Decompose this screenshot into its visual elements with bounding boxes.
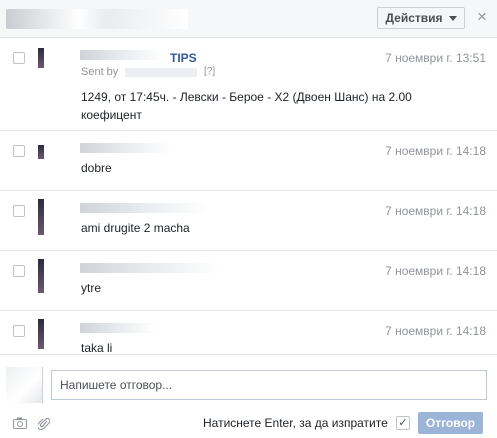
- message-time: 7 ноември г. 14:18: [385, 204, 486, 218]
- press-enter-checkbox[interactable]: ✓: [396, 416, 410, 430]
- message-item: 7 ноември г. 14:18 ytre: [0, 251, 497, 311]
- conversation-header: Действия ×: [0, 0, 497, 38]
- sender-name-redacted: [80, 203, 208, 213]
- sender-name-redacted: [80, 323, 156, 333]
- message-text: taka li: [81, 341, 113, 354]
- camera-icon[interactable]: [13, 417, 27, 431]
- message-time: 7 ноември г. 14:18: [385, 324, 486, 338]
- message-checkbox[interactable]: [13, 145, 25, 157]
- help-link[interactable]: [?]: [204, 66, 215, 77]
- avatar[interactable]: [38, 145, 44, 159]
- message-time: 7 ноември г. 14:18: [385, 144, 486, 158]
- sent-by-label: Sent by: [81, 66, 119, 78]
- actions-button-label: Действия: [385, 11, 443, 25]
- avatar[interactable]: [38, 48, 44, 68]
- chevron-down-icon: [448, 15, 457, 21]
- sender-name-redacted: [80, 50, 164, 60]
- avatar: [6, 367, 43, 403]
- sent-by-name-redacted: [125, 68, 197, 77]
- avatar[interactable]: [38, 259, 44, 293]
- message-time: 7 ноември г. 13:51: [385, 51, 486, 65]
- sender-name-redacted: [80, 263, 220, 273]
- message-text: dobre: [81, 161, 112, 175]
- message-checkbox[interactable]: [13, 205, 25, 217]
- press-enter-label: Натиснете Enter, за да изпратите: [203, 416, 388, 430]
- message-item: TIPS Sent by [?] 7 ноември г. 13:51 1249…: [0, 38, 497, 131]
- message-item: 7 ноември г. 14:18 dobre: [0, 131, 497, 191]
- message-text: ami drugite 2 macha: [81, 221, 190, 235]
- message-text: 1249, от 17:45ч. - Левски - Берое - Х2 (…: [81, 90, 412, 122]
- close-icon[interactable]: ×: [474, 8, 490, 26]
- reply-input[interactable]: [51, 370, 487, 400]
- send-reply-button[interactable]: Отговор: [418, 412, 483, 434]
- message-item: 7 ноември г. 14:18 ami drugite 2 macha: [0, 191, 497, 251]
- message-list[interactable]: TIPS Sent by [?] 7 ноември г. 13:51 1249…: [0, 38, 497, 354]
- sender-name[interactable]: TIPS: [170, 51, 197, 65]
- message-item: 7 ноември г. 14:18 taka li: [0, 311, 497, 354]
- actions-button[interactable]: Действия: [377, 7, 465, 29]
- message-checkbox[interactable]: [13, 52, 25, 64]
- conversation-title-redacted: [6, 9, 188, 29]
- paperclip-icon[interactable]: [36, 417, 52, 431]
- message-text: ytre: [81, 281, 102, 295]
- message-checkbox[interactable]: [13, 265, 25, 277]
- avatar[interactable]: [38, 319, 44, 349]
- sender-name-redacted: [80, 143, 172, 153]
- reply-composer: Натиснете Enter, за да изпратите ✓ Отгов…: [0, 354, 497, 438]
- message-time: 7 ноември г. 14:18: [385, 264, 486, 278]
- avatar[interactable]: [38, 199, 44, 235]
- message-checkbox[interactable]: [13, 325, 25, 337]
